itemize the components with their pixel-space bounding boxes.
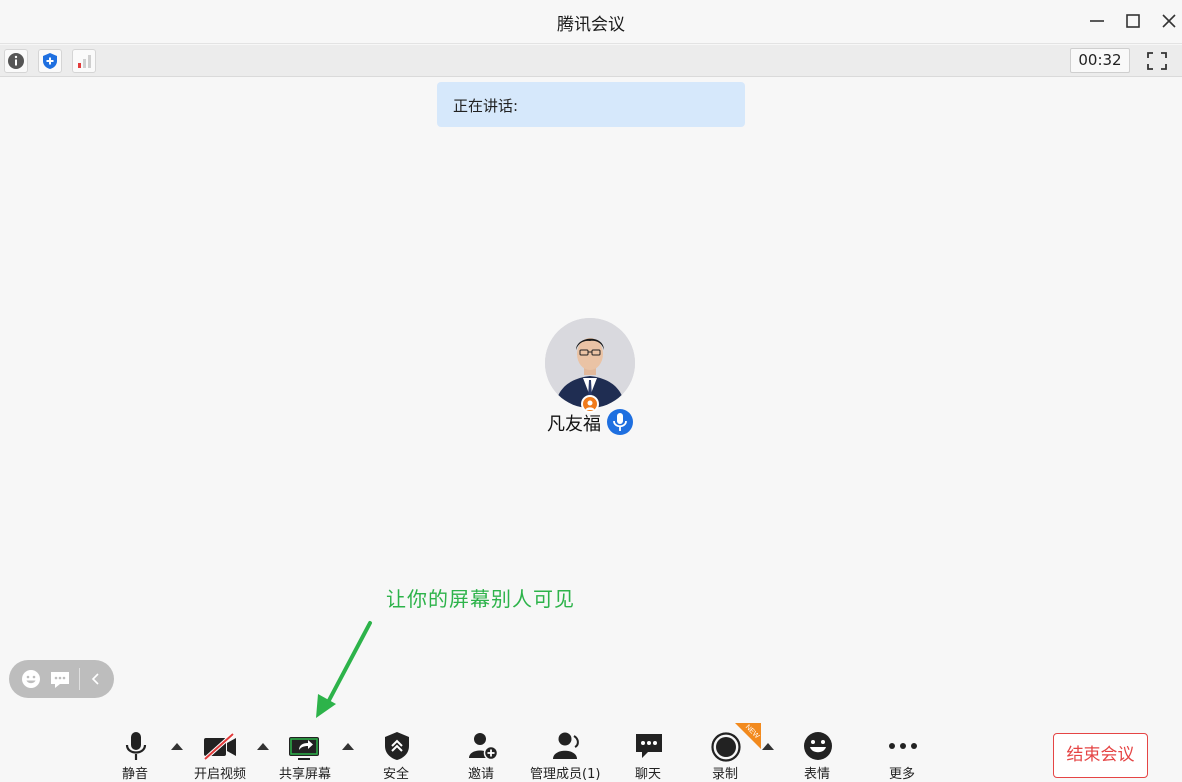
microphone-icon: [125, 732, 147, 760]
invite-user-icon: [469, 733, 498, 761]
share-screen-button[interactable]: 共享屏幕: [278, 728, 334, 782]
collapse-chevron-icon[interactable]: [85, 669, 107, 689]
minimize-button[interactable]: [1085, 10, 1109, 32]
meeting-info-bar: 00:32: [0, 45, 1182, 77]
more-button[interactable]: 更多: [886, 728, 920, 782]
annotation-arrow-icon: [316, 621, 372, 718]
start-video-button[interactable]: 开启视频: [192, 728, 248, 782]
invite-label: 邀请: [468, 767, 495, 782]
emoji-icon[interactable]: [20, 669, 42, 689]
info-icon[interactable]: [4, 49, 28, 73]
security-label: 安全: [383, 767, 410, 782]
members-icon: [553, 732, 579, 759]
security-button[interactable]: 安全: [380, 728, 414, 782]
floating-reaction-bar: [9, 660, 114, 698]
video-off-icon: [203, 732, 236, 761]
reactions-label: 表情: [804, 767, 831, 782]
meeting-timer: 00:32: [1070, 48, 1130, 73]
manage-members-button[interactable]: 管理成员(1): [530, 728, 602, 782]
mute-button[interactable]: 静音: [118, 728, 154, 782]
members-label: 管理成员(1): [530, 767, 601, 782]
share-label: 共享屏幕: [279, 767, 332, 782]
end-meeting-button[interactable]: 结束会议: [1053, 733, 1148, 778]
speaking-indicator: 正在讲话:: [437, 82, 745, 127]
record-label: 录制: [712, 767, 739, 782]
participant-name: 凡友福: [547, 414, 601, 435]
chat-bubble-icon[interactable]: [49, 669, 71, 689]
signal-icon[interactable]: [72, 49, 96, 73]
record-button[interactable]: NEW 录制: [709, 723, 761, 782]
new-badge-icon: NEW: [735, 723, 761, 749]
chat-label: 聊天: [635, 767, 662, 782]
video-label: 开启视频: [194, 767, 247, 782]
fullscreen-icon[interactable]: [1145, 50, 1169, 72]
maximize-button[interactable]: [1121, 10, 1145, 32]
security-shield-icon: [385, 732, 409, 760]
reactions-button[interactable]: 表情: [801, 728, 835, 782]
pill-divider: [79, 668, 80, 690]
smile-icon: [804, 732, 832, 760]
invite-button[interactable]: 邀请: [465, 728, 499, 782]
chat-button[interactable]: 聊天: [632, 728, 666, 782]
window-title: 腾讯会议: [557, 15, 625, 35]
record-options-caret-icon[interactable]: [762, 742, 774, 750]
mic-icon: [607, 409, 633, 435]
title-bar: 腾讯会议: [0, 0, 1182, 44]
more-label: 更多: [889, 767, 916, 782]
share-options-caret-icon[interactable]: [342, 742, 354, 750]
share-screen-icon: [289, 737, 319, 760]
chat-icon: [636, 734, 662, 758]
close-button[interactable]: [1157, 10, 1181, 32]
shield-icon[interactable]: [38, 49, 62, 73]
mute-label: 静音: [122, 767, 149, 782]
annotation-text: 让你的屏幕别人可见: [386, 587, 575, 611]
more-dots-icon: [889, 743, 917, 749]
mute-options-caret-icon[interactable]: [171, 742, 183, 750]
video-options-caret-icon[interactable]: [257, 742, 269, 750]
speaking-label: 正在讲话:: [453, 97, 519, 115]
